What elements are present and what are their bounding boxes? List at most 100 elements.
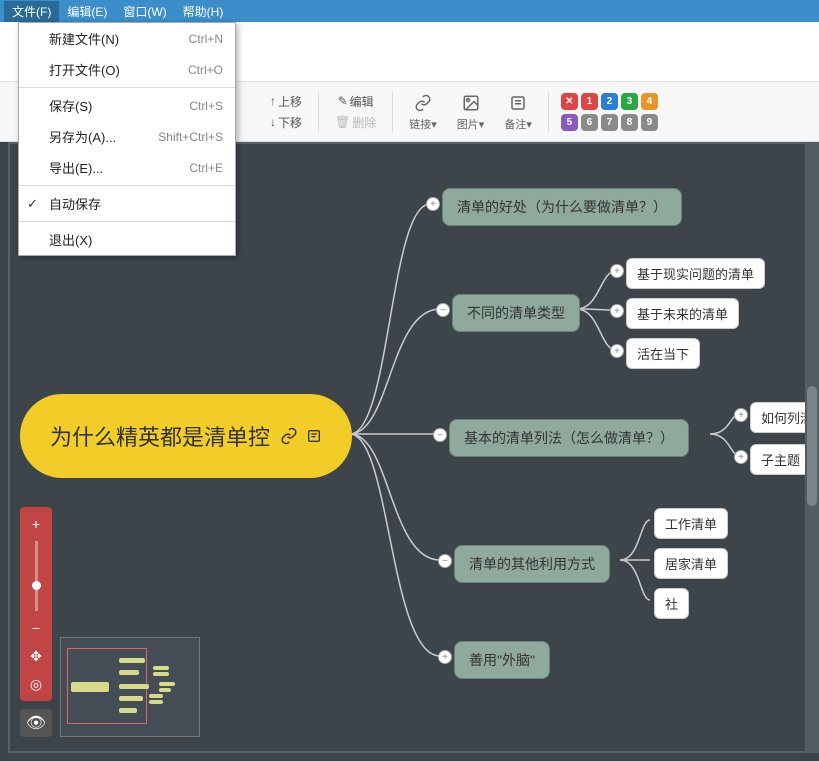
node-label: 活在当下: [637, 344, 689, 363]
menubar: 文件(F) 编辑(E) 窗口(W) 帮助(H): [0, 0, 819, 22]
pan-button[interactable]: ✥: [25, 645, 47, 667]
minimap[interactable]: [60, 637, 200, 737]
zoom-in-button[interactable]: +: [25, 513, 47, 535]
node-label: 子主题: [761, 450, 800, 469]
node-leaf[interactable]: 基于未来的清单: [626, 298, 739, 329]
menu-autosave[interactable]: ✓自动保存: [19, 188, 235, 219]
node-leaf[interactable]: 子主题: [750, 444, 811, 475]
shortcut-label: Ctrl+S: [189, 99, 223, 113]
priority-badge[interactable]: 7: [601, 114, 618, 131]
node-label: 基于未来的清单: [637, 304, 728, 323]
node-leaf[interactable]: 工作清单: [654, 508, 728, 539]
expand-toggle[interactable]: +: [438, 650, 452, 664]
node-sub-2[interactable]: 不同的清单类型: [452, 294, 580, 332]
priority-badge[interactable]: 4: [641, 93, 658, 110]
minimap-node: [119, 684, 149, 689]
delete-label: 删除: [352, 114, 376, 131]
shortcut-label: Shift+Ctrl+S: [158, 130, 223, 144]
node-sub-1[interactable]: 清单的好处（为什么要做清单？）: [442, 188, 682, 226]
node-leaf[interactable]: 活在当下: [626, 338, 700, 369]
menu-help[interactable]: 帮助(H): [175, 1, 232, 22]
node-sub-5[interactable]: 善用"外脑": [454, 641, 550, 679]
move-down-button[interactable]: ↓下移: [270, 112, 302, 133]
minimap-node: [119, 708, 137, 713]
node-sub-3[interactable]: 基本的清单列法（怎么做清单？）: [449, 419, 689, 457]
menu-edit[interactable]: 编辑(E): [59, 1, 115, 22]
node-leaf[interactable]: 居家清单: [654, 548, 728, 579]
priority-badge[interactable]: 3: [621, 93, 638, 110]
shortcut-label: Ctrl+O: [188, 63, 223, 77]
trash-icon: 🗑: [335, 115, 350, 129]
node-sub-4[interactable]: 清单的其他利用方式: [454, 545, 610, 583]
menu-exit[interactable]: 退出(X): [19, 224, 235, 255]
arrow-up-icon: ↑: [270, 94, 276, 108]
minimap-node: [153, 672, 169, 676]
check-icon: ✓: [27, 196, 38, 212]
fit-button[interactable]: ◎: [25, 673, 47, 695]
minimap-node: [153, 666, 169, 670]
priority-badge[interactable]: ✕: [561, 93, 578, 110]
expand-toggle[interactable]: +: [610, 304, 624, 318]
menu-window[interactable]: 窗口(W): [115, 1, 174, 22]
expand-toggle[interactable]: −: [436, 303, 450, 317]
expand-toggle[interactable]: −: [438, 554, 452, 568]
note-icon: [306, 428, 322, 444]
link-icon: [412, 92, 434, 114]
menu-export[interactable]: 导出(E)...Ctrl+E: [19, 152, 235, 183]
minimap-node: [119, 658, 145, 663]
node-label: 基本的清单列法（怎么做清单？）: [464, 428, 674, 448]
minimap-node: [159, 682, 175, 686]
edit-button[interactable]: ✎编辑: [338, 91, 374, 112]
zoom-out-button[interactable]: −: [25, 617, 47, 639]
node-main[interactable]: 为什么精英都是清单控: [20, 394, 352, 478]
toolbar-link-group[interactable]: 链接▾: [409, 92, 437, 132]
priority-badge[interactable]: 6: [581, 114, 598, 131]
priority-badge[interactable]: 9: [641, 114, 658, 131]
expand-toggle[interactable]: +: [734, 408, 748, 422]
node-label: 清单的好处（为什么要做清单？）: [457, 197, 667, 217]
priority-badge[interactable]: 2: [601, 93, 618, 110]
link-icon: [280, 427, 298, 445]
node-leaf[interactable]: 社: [654, 588, 689, 619]
toolbar-note-group[interactable]: 备注▾: [504, 92, 532, 132]
menu-save-as[interactable]: 另存为(A)...Shift+Ctrl+S: [19, 121, 235, 152]
scrollbar-thumb[interactable]: [807, 386, 817, 506]
menu-item-label: 保存(S): [49, 96, 92, 115]
menu-save[interactable]: 保存(S) Ctrl+S: [19, 90, 235, 121]
priority-badge[interactable]: 8: [621, 114, 638, 131]
minimap-node: [119, 670, 139, 675]
move-up-label: 上移: [278, 93, 302, 110]
move-up-button[interactable]: ↑上移: [270, 91, 302, 112]
pencil-icon: ✎: [338, 94, 348, 108]
expand-toggle[interactable]: −: [433, 428, 447, 442]
menu-open-file[interactable]: 打开文件(O)Ctrl+O: [19, 54, 235, 85]
minimap-node: [159, 688, 171, 692]
divider: [548, 92, 549, 132]
priority-badge[interactable]: 5: [561, 114, 578, 131]
vertical-scrollbar[interactable]: [805, 142, 819, 753]
node-leaf[interactable]: 基于现实问题的清单: [626, 258, 765, 289]
menu-item-label: 新建文件(N): [49, 29, 119, 48]
move-down-label: 下移: [278, 114, 302, 131]
separator: [19, 221, 235, 222]
chevron-down-icon: ▾: [431, 119, 437, 131]
menu-file[interactable]: 文件(F): [4, 1, 59, 22]
expand-toggle[interactable]: +: [734, 450, 748, 464]
minimap-toggle-button[interactable]: 👁: [20, 709, 52, 737]
toolbar-image-group[interactable]: 图片▾: [457, 92, 485, 132]
delete-button[interactable]: 🗑删除: [335, 112, 376, 133]
note-label: 备注▾: [504, 116, 532, 132]
expand-toggle[interactable]: +: [610, 264, 624, 278]
expand-toggle[interactable]: +: [426, 197, 440, 211]
minimap-node: [149, 694, 163, 698]
expand-toggle[interactable]: +: [610, 344, 624, 358]
zoom-slider-thumb[interactable]: [32, 581, 41, 590]
shortcut-label: Ctrl+N: [189, 32, 223, 46]
file-menu-dropdown: 新建文件(N)Ctrl+N 打开文件(O)Ctrl+O 保存(S)Ctrl+S …: [18, 22, 236, 256]
priority-badge[interactable]: 1: [581, 93, 598, 110]
menu-new-file[interactable]: 新建文件(N) Ctrl+N: [19, 23, 235, 54]
zoom-slider-track[interactable]: [35, 541, 38, 611]
divider: [392, 92, 393, 132]
minimap-node: [71, 682, 109, 692]
toolbar-edit-group: ✎编辑 🗑删除: [335, 91, 376, 133]
